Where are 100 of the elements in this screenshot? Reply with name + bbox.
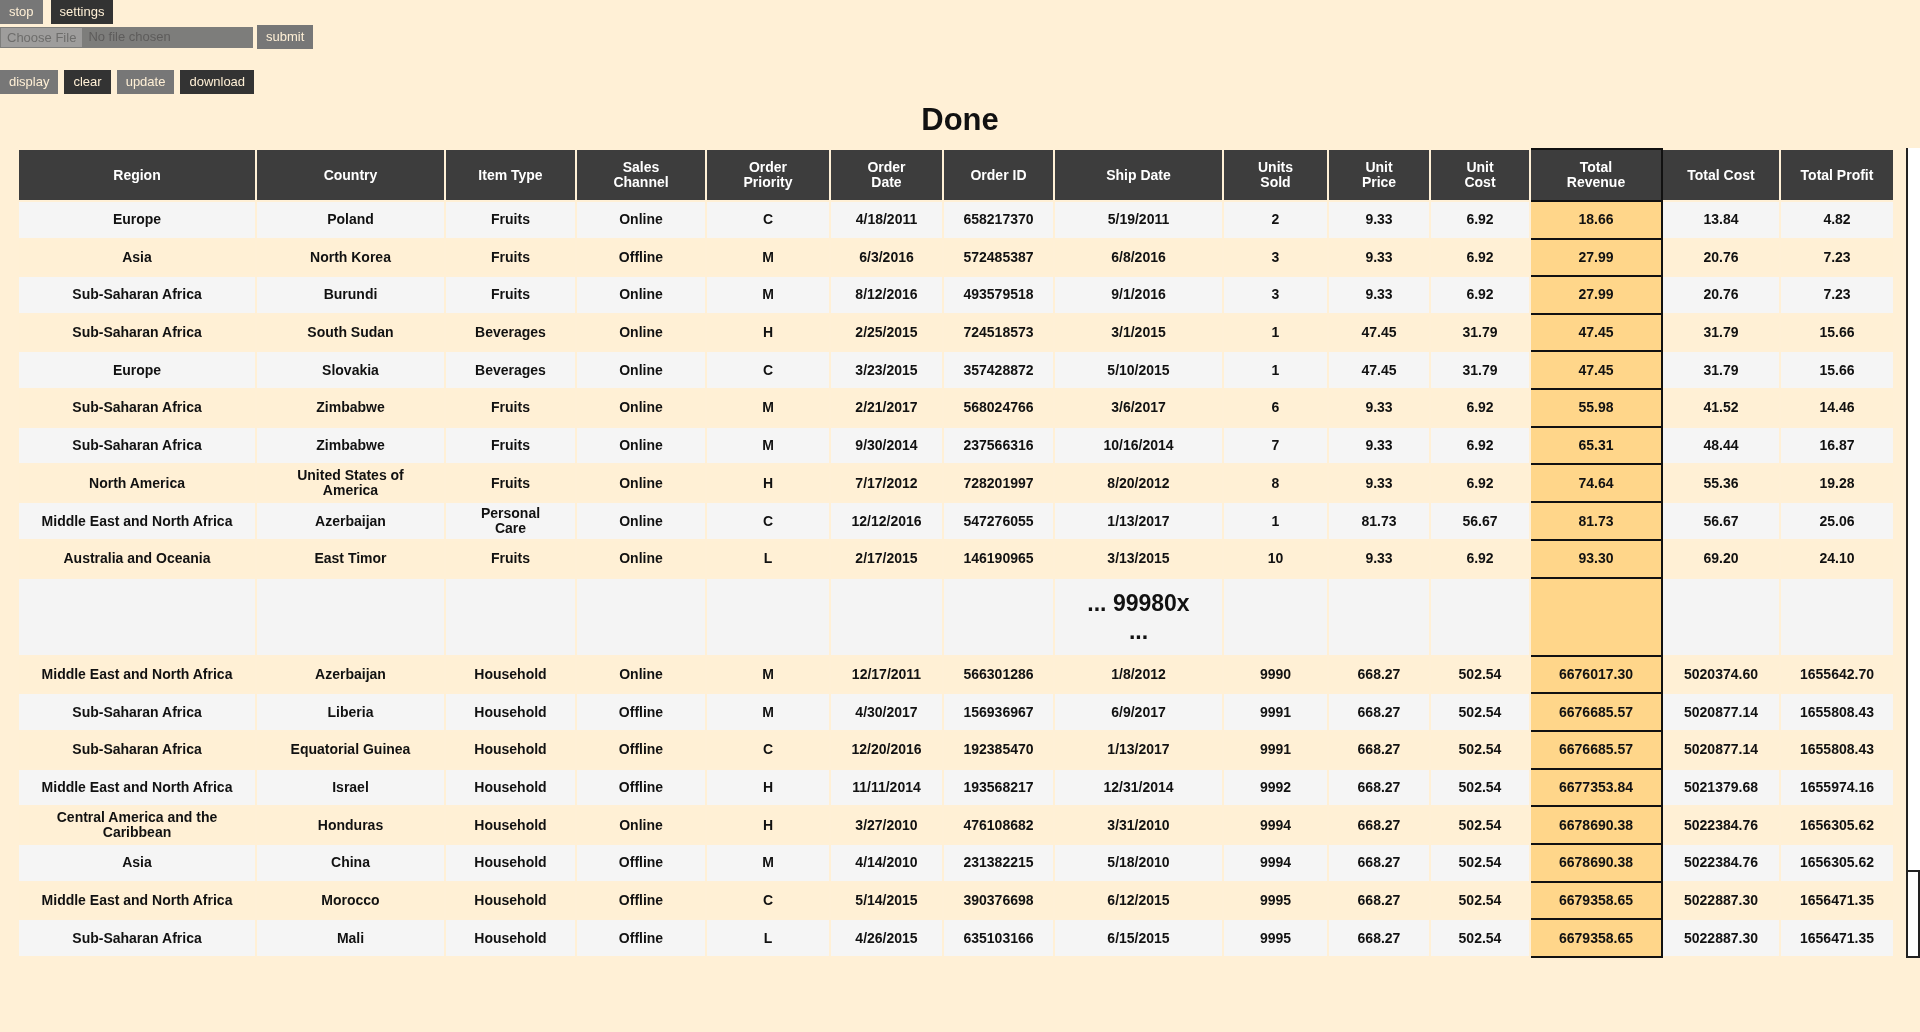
table-cell: 6679358.65: [1530, 919, 1662, 957]
column-header: Ship Date: [1054, 149, 1223, 201]
table-cell: 31.79: [1430, 351, 1530, 389]
table-cell: Sub-Saharan Africa: [18, 919, 256, 957]
table-cell: C: [706, 502, 830, 541]
table-cell: 9.33: [1328, 276, 1430, 314]
table-cell: 6679358.65: [1530, 881, 1662, 920]
table-cell: 156936967: [943, 693, 1054, 731]
column-header: Order Date: [830, 149, 943, 201]
table-cell: 668.27: [1328, 844, 1430, 882]
table-cell: Household: [445, 768, 576, 807]
column-header: Item Type: [445, 149, 576, 201]
table-cell: Sub-Saharan Africa: [18, 693, 256, 731]
table-cell: 9.33: [1328, 201, 1430, 239]
table-cell: Middle East and North Africa: [18, 502, 256, 541]
table-cell: 47.45: [1530, 313, 1662, 352]
table-cell: 1655974.16: [1780, 768, 1894, 807]
table-cell: 18.66: [1530, 201, 1662, 239]
table-cell: Liberia: [256, 693, 445, 731]
table-cell: Sub-Saharan Africa: [18, 276, 256, 314]
action-button[interactable]: submit: [257, 25, 314, 49]
table-cell: Fruits: [445, 426, 576, 465]
table-cell: 9992: [1223, 768, 1328, 807]
table-cell: 10/16/2014: [1054, 426, 1223, 465]
table-cell: Offline: [576, 693, 706, 731]
table-cell: M: [706, 426, 830, 465]
table-cell: 27.99: [1530, 276, 1662, 314]
table-cell: L: [706, 919, 830, 957]
action-button[interactable]: settings: [50, 0, 114, 24]
table-cell: 5020877.14: [1662, 693, 1780, 731]
table-cell: 502.54: [1430, 844, 1530, 882]
table-cell: 81.73: [1328, 502, 1430, 541]
table-cell: 2: [1223, 201, 1328, 239]
table-cell: 3/23/2015: [830, 351, 943, 389]
table-cell: 193568217: [943, 768, 1054, 807]
column-header: Total Cost: [1662, 149, 1780, 201]
table-cell: 55.98: [1530, 388, 1662, 427]
table-cell: 6.92: [1430, 276, 1530, 314]
table-cell: Europe: [18, 201, 256, 239]
table-cell: 9991: [1223, 693, 1328, 731]
table-cell: Israel: [256, 768, 445, 807]
column-header: Order Priority: [706, 149, 830, 201]
table-cell: 65.31: [1530, 426, 1662, 465]
table-cell: 6677353.84: [1530, 768, 1662, 807]
table-cell: 4/14/2010: [830, 844, 943, 882]
table-cell: 635103166: [943, 919, 1054, 957]
action-button[interactable]: download: [180, 70, 255, 94]
action-button[interactable]: stop: [0, 0, 43, 24]
table-cell: 1/13/2017: [1054, 502, 1223, 541]
table-cell: 5/19/2011: [1054, 201, 1223, 239]
table-cell: 4/18/2011: [830, 201, 943, 239]
table-cell: 9994: [1223, 844, 1328, 882]
table-cell: 48.44: [1662, 426, 1780, 465]
table-cell: Zimbabwe: [256, 426, 445, 465]
table-cell: 12/12/2016: [830, 502, 943, 541]
table-cell: 7: [1223, 426, 1328, 465]
table-cell: 6678690.38: [1530, 844, 1662, 882]
table-cell: 1656305.62: [1780, 844, 1894, 882]
table-cell: Offline: [576, 768, 706, 807]
table-cell: 3: [1223, 276, 1328, 314]
table-cell: 15.66: [1780, 351, 1894, 389]
table-cell: 7.23: [1780, 276, 1894, 314]
table-cell: Mali: [256, 919, 445, 957]
table-cell: Fruits: [445, 276, 576, 314]
table-cell: 16.87: [1780, 426, 1894, 465]
table-cell: 668.27: [1328, 919, 1430, 957]
table-cell: Online: [576, 351, 706, 389]
table-cell: Online: [576, 502, 706, 541]
table-cell: C: [706, 351, 830, 389]
table-cell: 5021379.68: [1662, 768, 1780, 807]
action-button[interactable]: update: [116, 70, 175, 94]
table-cell: H: [706, 768, 830, 807]
table-cell: Poland: [256, 201, 445, 239]
action-button[interactable]: display: [0, 70, 59, 94]
table-cell: Sub-Saharan Africa: [18, 426, 256, 465]
table-cell: 668.27: [1328, 693, 1430, 731]
table-cell: 5022887.30: [1662, 919, 1780, 957]
column-header: Units Sold: [1223, 149, 1328, 201]
table-cell: 31.79: [1662, 351, 1780, 389]
table-cell: 9/1/2016: [1054, 276, 1223, 314]
table-cell: 6.92: [1430, 426, 1530, 465]
table-cell: 5022384.76: [1662, 844, 1780, 882]
column-header: Country: [256, 149, 445, 201]
action-button[interactable]: clear: [64, 70, 111, 94]
scrollbar[interactable]: [1906, 148, 1920, 958]
table-cell: 11/11/2014: [830, 768, 943, 807]
table-cell: Azerbaijan: [256, 502, 445, 541]
status-title: Done: [920, 102, 1000, 138]
table-cell: Burundi: [256, 276, 445, 314]
scrollbar-thumb[interactable]: [1908, 869, 1920, 958]
column-header: Order ID: [943, 149, 1054, 201]
table-cell: 547276055: [943, 502, 1054, 541]
table-cell: Europe: [18, 351, 256, 389]
column-header: Region: [18, 149, 256, 201]
table-cell: China: [256, 844, 445, 882]
omitted-rows-note: ... 99980x ...: [1086, 588, 1191, 645]
table-cell: C: [706, 201, 830, 239]
table-cell: 4.82: [1780, 201, 1894, 239]
table-cell: Slovakia: [256, 351, 445, 389]
table-cell: Fruits: [445, 201, 576, 239]
